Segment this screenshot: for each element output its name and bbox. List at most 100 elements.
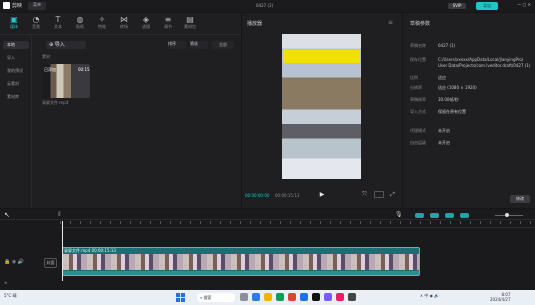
project-title: 0427 (1)	[256, 3, 274, 8]
text-icon: T	[55, 15, 61, 24]
media-icon: ▣	[10, 15, 18, 24]
sidebar-item-4[interactable]: 素材库	[3, 93, 29, 101]
detail-label: 草稿名称	[410, 43, 426, 48]
side-nav: 本地导入我的预设云素材素材库	[0, 36, 32, 208]
tab-media[interactable]: ▣ 媒体	[4, 15, 24, 29]
system-tray[interactable]: ∧ 中 ◉ 🔊	[420, 293, 439, 298]
detail-label: 导入方式	[410, 109, 426, 114]
weather-widget[interactable]: 5°C 晴	[4, 293, 17, 298]
sort-button[interactable]: 排序	[168, 41, 186, 49]
app-icon[interactable]	[288, 293, 296, 301]
search-label: 搜索	[203, 295, 212, 300]
adjust-icon: ≡	[164, 15, 172, 24]
tab-transition[interactable]: ⋈ 转场	[114, 15, 134, 29]
player-menu-icon[interactable]: ≡	[388, 19, 393, 26]
app-logo-icon	[3, 2, 10, 9]
taskbar-search[interactable]: ⌕ 搜索	[197, 293, 235, 302]
svip-badge[interactable]: SVIP	[448, 3, 466, 9]
tab-adjust[interactable]: ≡ 调节	[158, 15, 178, 29]
toolbar-tabs: ▣ 媒体 ◔ 音频 T 文本 ◍ 贴纸 ✧ 特效 ⋈ 转场 ◈ 滤镜 ≡ 调节 ▤ 素材包	[0, 13, 241, 35]
detail-value: 保留在原有位置	[438, 109, 466, 114]
clock-date: 2024/4/27	[490, 297, 511, 302]
clip-frames	[63, 254, 419, 270]
menu-button[interactable]: 菜单	[28, 2, 46, 10]
task-view-icon[interactable]	[240, 293, 248, 301]
tab-label: 文本	[54, 24, 62, 29]
app-icon-4[interactable]	[348, 293, 356, 301]
file-explorer-icon[interactable]	[264, 293, 272, 301]
fit-icon[interactable]: ⤧	[362, 191, 370, 199]
transition-icon: ⋈	[120, 15, 128, 24]
all-button[interactable]: 全部	[212, 41, 234, 49]
main-track-toggle[interactable]	[460, 213, 469, 218]
snap-toggle[interactable]	[415, 213, 424, 218]
microphone-icon[interactable]: 🎙	[395, 211, 403, 218]
cover-button[interactable]: 封面	[44, 258, 57, 268]
track-controls[interactable]: 🔒 ◉ 🔊	[4, 259, 24, 265]
tab-label: 滤镜	[142, 24, 150, 29]
player-title: 播放器	[247, 21, 263, 27]
import-label: 导入	[54, 42, 65, 48]
windows-start-icon[interactable]	[176, 293, 185, 302]
tab-text[interactable]: T 文本	[48, 15, 68, 29]
tab-label: 调节	[164, 24, 172, 29]
link-toggle[interactable]	[430, 213, 439, 218]
clip-added-tag: 已添加	[44, 67, 56, 72]
video-banner	[283, 50, 360, 63]
clip-name: 录屏文件.mp4	[42, 100, 69, 105]
audio-icon: ◔	[32, 15, 40, 24]
filter-icon: ◈	[142, 15, 150, 24]
chrome-icon[interactable]	[300, 293, 308, 301]
clock[interactable]: 8:07 2024/4/27	[490, 292, 511, 302]
tab-label: 媒体	[10, 24, 18, 29]
select-tool-icon[interactable]: ↖	[4, 211, 10, 219]
import-button[interactable]: ⊕ 导入	[46, 41, 86, 49]
tab-effects[interactable]: ✧ 特效	[92, 15, 112, 29]
tab-label: 贴纸	[76, 24, 84, 29]
export-button[interactable]: 导出	[476, 2, 498, 10]
effects-icon: ✧	[98, 15, 106, 24]
tab-label: 音频	[32, 24, 40, 29]
zoom-slider[interactable]	[495, 215, 523, 216]
app-name: 剪映	[12, 3, 23, 9]
app-icon-2[interactable]	[324, 293, 332, 301]
sort-label: 排序	[168, 41, 176, 46]
tab-package[interactable]: ▤ 素材包	[180, 15, 200, 29]
window-controls[interactable]: — ▢ ✕	[517, 2, 531, 7]
sidebar-item-1[interactable]: 导入	[3, 54, 29, 62]
detail-value: 未开启	[438, 128, 450, 133]
preview-axis-toggle[interactable]	[445, 213, 454, 218]
detail-value: 0427 (1)	[438, 43, 456, 48]
filter-label: 筛选	[190, 41, 198, 46]
ratio-icon[interactable]	[374, 191, 384, 198]
package-icon: ▤	[186, 15, 194, 24]
fullscreen-icon[interactable]: ⤢	[390, 191, 398, 199]
tab-label: 特效	[98, 24, 106, 29]
detail-value: C:/Users/xxxxx/AppData/Local/JianyingPro…	[438, 57, 524, 62]
sidebar-item-0[interactable]: 本地	[3, 41, 29, 49]
time-current: 00:00:00:00	[245, 193, 270, 198]
collapse-icon[interactable]: ◂	[4, 280, 7, 286]
detail-value: 未开启	[438, 140, 450, 145]
edge-icon[interactable]	[252, 293, 260, 301]
capcut-icon[interactable]	[312, 293, 320, 301]
filter-button[interactable]: 筛选	[190, 41, 208, 49]
playhead[interactable]	[62, 221, 63, 281]
sidebar-item-3[interactable]: 云素材	[3, 80, 29, 88]
app-icon-3[interactable]	[336, 293, 344, 301]
detail-label: 自由层级	[410, 140, 426, 145]
modify-button[interactable]: 修改	[510, 195, 530, 203]
zoom-slider-knob[interactable]	[505, 213, 509, 217]
sidebar-item-2[interactable]: 我的预设	[3, 67, 29, 75]
split-tool-icon[interactable]: ⫴	[58, 211, 61, 219]
tab-audio[interactable]: ◔ 音频	[26, 15, 46, 29]
time-ruler[interactable]	[60, 221, 535, 228]
tab-filter[interactable]: ◈ 滤镜	[136, 15, 156, 29]
timeline-toolbar	[0, 209, 535, 220]
detail-label: 保存位置	[410, 57, 426, 62]
play-icon[interactable]: ▶	[318, 191, 326, 199]
time-total: 00:00:15:13	[275, 193, 300, 198]
tab-sticker[interactable]: ◍ 贴纸	[70, 15, 90, 29]
store-icon[interactable]	[276, 293, 284, 301]
timeline-clip-label: 录屏文件.mp4 00:00:15:13	[64, 248, 116, 253]
